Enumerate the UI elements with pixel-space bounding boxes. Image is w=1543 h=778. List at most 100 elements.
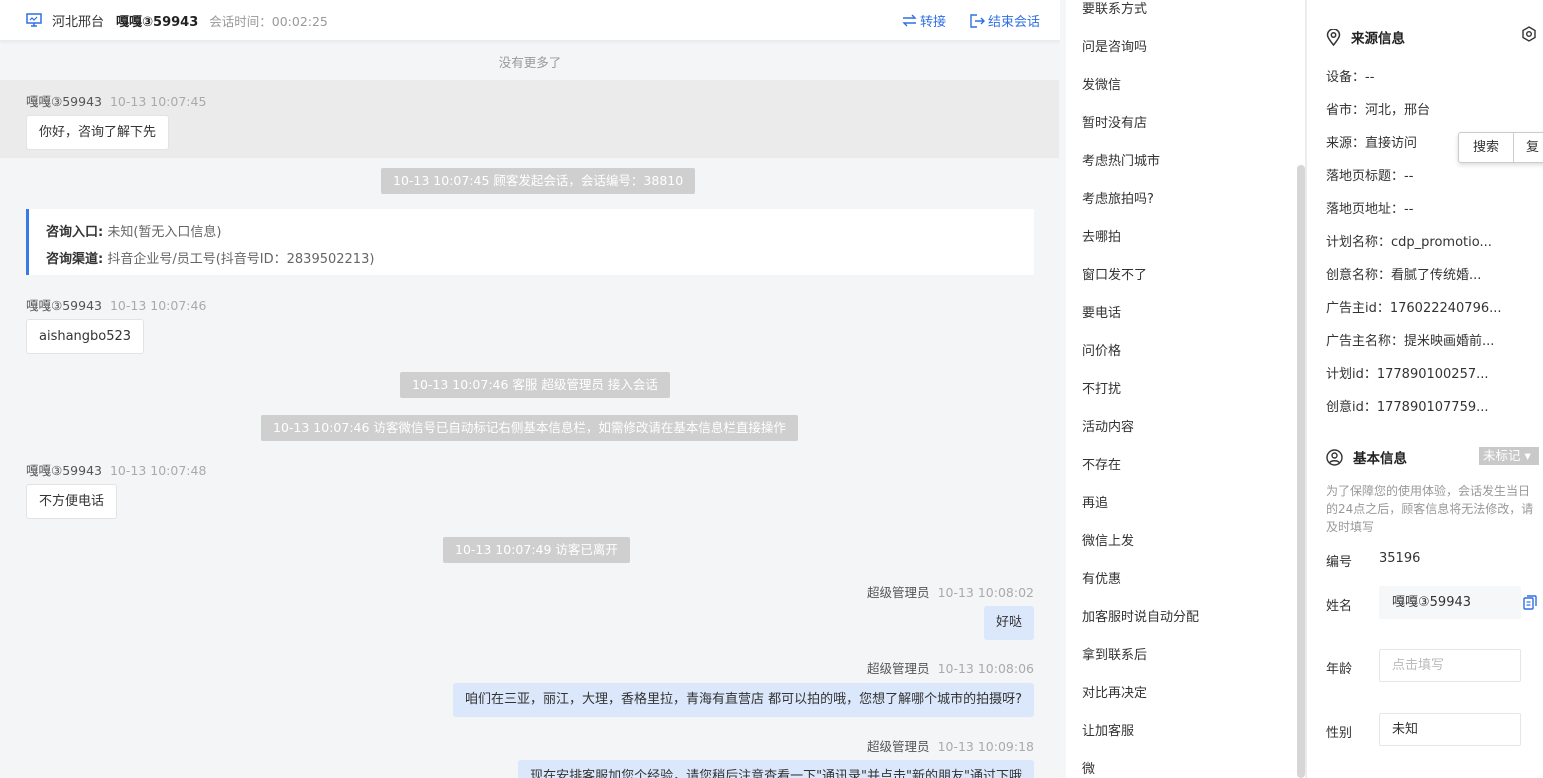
quick-reply-item[interactable]: 不打扰 (1082, 378, 1121, 397)
quick-reply-item[interactable]: 拿到联系后 (1082, 644, 1147, 663)
quick-reply-item[interactable]: 对比再决定 (1082, 682, 1147, 701)
transfer-label: 转接 (919, 15, 946, 30)
quick-reply-scrollbar[interactable] (1297, 165, 1305, 778)
end-session-label: 结束会话 (987, 15, 1040, 30)
location-pin-icon (1326, 28, 1341, 46)
name-label: 姓名 (1326, 599, 1353, 614)
transfer-icon (902, 14, 917, 27)
quick-reply-item[interactable]: 微信上发 (1082, 530, 1134, 549)
message-sender-line: 嘎嘎③59943 10-13 10:07:45 (26, 91, 206, 110)
sender-name: 超级管理员 (867, 585, 930, 600)
message-sender-line: 超级管理员 10-13 10:09:18 (867, 736, 1034, 755)
quick-reply-list: 要联系方式 问是咨询吗 发微信 暂时没有店 考虑热门城市 考虑旅拍吗? 去哪拍 … (1066, 0, 1305, 778)
basic-info-title: 基本信息 (1326, 447, 1407, 467)
id-value: 35196 (1379, 551, 1421, 566)
entry-info-card: 咨询入口: 未知(暂无入口信息) 咨询渠道: 抖音企业号/员工号(抖音号ID：2… (26, 209, 1034, 275)
source-row-source: 来源：直接访问 (1326, 136, 1418, 151)
source-info-label: 来源信息 (1351, 31, 1405, 47)
source-info-title: 来源信息 (1326, 27, 1405, 47)
gender-label: 性别 (1326, 726, 1353, 741)
agent-message-bubble: 好哒 (983, 606, 1034, 640)
quick-reply-item[interactable]: 不存在 (1082, 454, 1121, 473)
basic-info-label: 基本信息 (1353, 451, 1407, 467)
copy-icon[interactable] (1523, 595, 1537, 610)
tag-dropdown[interactable]: 未标记 ▾ (1479, 447, 1539, 465)
agent-message-bubble: 咱们在三亚，丽江，大理，香格里拉，青海有直营店 都可以拍的哦，您想了解哪个城市的… (452, 683, 1034, 717)
entry-row: 咨询入口: 未知(暂无入口信息) (46, 219, 1034, 246)
message-sender-line: 嘎嘎③59943 10-13 10:07:48 (26, 460, 206, 479)
message-time: 10-13 10:07:48 (109, 463, 207, 478)
channel-label: 咨询渠道: (46, 252, 104, 267)
sender-name: 嘎嘎③59943 (26, 298, 102, 313)
chat-header: 河北邢台 嘎嘎③59943 会话时间：00:02:25 转接 结束会话 (0, 0, 1060, 41)
app-root: 河北邢台 嘎嘎③59943 会话时间：00:02:25 转接 结束会话 没有更多… (0, 0, 1543, 778)
chat-panel: 河北邢台 嘎嘎③59943 会话时间：00:02:25 转接 结束会话 没有更多… (0, 0, 1060, 778)
channel-value: 抖音企业号/员工号(抖音号ID：2839502213) (103, 252, 375, 267)
message-time: 10-13 10:09:18 (937, 739, 1034, 754)
entry-label: 咨询入口: (46, 225, 104, 240)
gender-select[interactable]: 未知 (1379, 713, 1521, 746)
visitor-info-panel: 来源信息 设备：-- 省市：河北，邢台 来源：直接访问 落地页标题：-- 落地页… (1307, 0, 1543, 778)
quick-reply-item[interactable]: 要联系方式 (1082, 0, 1147, 17)
age-input[interactable] (1392, 658, 1512, 673)
message-sender-line: 超级管理员 10-13 10:08:02 (867, 582, 1034, 601)
visitor-message-bubble: 不方便电话 (26, 484, 118, 519)
source-row-advertiser-name: 广告主名称：提米映画婚前... (1326, 334, 1495, 349)
entry-value: 未知(暂无入口信息) (103, 225, 222, 240)
source-row-advertiser-id: 广告主id：176022240796... (1326, 301, 1502, 316)
source-row-landing-url: 落地页地址：-- (1326, 202, 1414, 217)
transfer-button[interactable]: 转接 (902, 11, 946, 30)
copy-button[interactable]: 复 (1513, 133, 1543, 162)
quick-reply-item[interactable]: 发微信 (1082, 74, 1121, 93)
quick-reply-item[interactable]: 考虑热门城市 (1082, 150, 1160, 169)
quick-reply-item[interactable]: 微 (1082, 758, 1095, 777)
age-label: 年龄 (1326, 662, 1353, 677)
source-row-plan-name: 计划名称：cdp_promotio... (1326, 235, 1492, 250)
visitor-location: 河北邢台 (52, 14, 105, 30)
quick-reply-item[interactable]: 暂时没有店 (1082, 112, 1147, 131)
settings-icon[interactable] (1521, 26, 1537, 42)
quick-reply-item[interactable]: 活动内容 (1082, 416, 1134, 435)
quick-reply-item[interactable]: 再追 (1082, 492, 1108, 511)
age-field-wrap (1379, 649, 1521, 682)
quick-reply-item[interactable]: 去哪拍 (1082, 226, 1121, 245)
quick-reply-item[interactable]: 有优惠 (1082, 568, 1121, 587)
text-selection-popup: 搜索 复 (1458, 132, 1543, 163)
source-row-creative-name: 创意名称：看腻了传统婚... (1326, 268, 1482, 283)
id-label: 编号 (1326, 555, 1353, 570)
message-time: 10-13 10:07:46 (109, 298, 207, 313)
system-message: 10-13 10:07:46 访客微信号已自动标记右侧基本信息栏，如需修改请在基… (261, 415, 798, 441)
agent-message-bubble: 现在安排客服加您个经验，请您稍后注意查看一下"通讯录"并点击"新的朋友"通过下哦 (518, 760, 1034, 778)
message-sender-line: 嘎嘎③59943 10-13 10:07:46 (26, 295, 206, 314)
sender-name: 超级管理员 (867, 739, 930, 754)
message-time: 10-13 10:08:02 (937, 585, 1034, 600)
visitor-message-bubble: aishangbo523 (26, 319, 145, 354)
channel-row: 咨询渠道: 抖音企业号/员工号(抖音号ID：2839502213) (46, 246, 1034, 273)
no-more-history[interactable]: 没有更多了 (0, 52, 1060, 71)
quick-reply-item[interactable]: 让加客服 (1082, 720, 1134, 739)
visitor-name: 嘎嘎③59943 (116, 14, 199, 30)
message-time: 10-13 10:08:06 (937, 661, 1034, 676)
end-session-button[interactable]: 结束会话 (970, 11, 1040, 30)
monitor-icon (26, 13, 42, 27)
quick-reply-item[interactable]: 考虑旅拍吗? (1082, 188, 1154, 207)
source-row-plan-id: 计划id：177890100257... (1326, 367, 1489, 382)
source-row-creative-id: 创意id：177890107759... (1326, 400, 1489, 415)
quick-reply-item[interactable]: 加客服时说自动分配 (1082, 606, 1199, 625)
search-button[interactable]: 搜索 (1459, 133, 1513, 162)
edit-deadline-note: 为了保障您的使用体验，会话发生当日的24点之后，顾客信息将无法修改，请及时填写 (1326, 484, 1534, 534)
quick-reply-item[interactable]: 窗口发不了 (1082, 264, 1147, 283)
sender-name: 超级管理员 (867, 661, 930, 676)
sender-name: 嘎嘎③59943 (26, 94, 102, 109)
name-field[interactable]: 嘎嘎③59943 (1379, 586, 1521, 619)
user-circle-icon (1326, 448, 1343, 466)
quick-reply-item[interactable]: 要电话 (1082, 302, 1121, 321)
system-message: 10-13 10:07:49 访客已离开 (443, 537, 630, 563)
session-time: 会话时间：00:02:25 (209, 13, 328, 29)
source-row-province: 省市：河北，邢台 (1326, 103, 1431, 118)
sender-name: 嘎嘎③59943 (26, 463, 102, 478)
message-sender-line: 超级管理员 10-13 10:08:06 (867, 658, 1034, 677)
quick-reply-item[interactable]: 问价格 (1082, 340, 1121, 359)
quick-reply-item[interactable]: 问是咨询吗 (1082, 36, 1147, 55)
system-message: 10-13 10:07:45 顾客发起会话，会话编号：38810 (381, 168, 696, 194)
